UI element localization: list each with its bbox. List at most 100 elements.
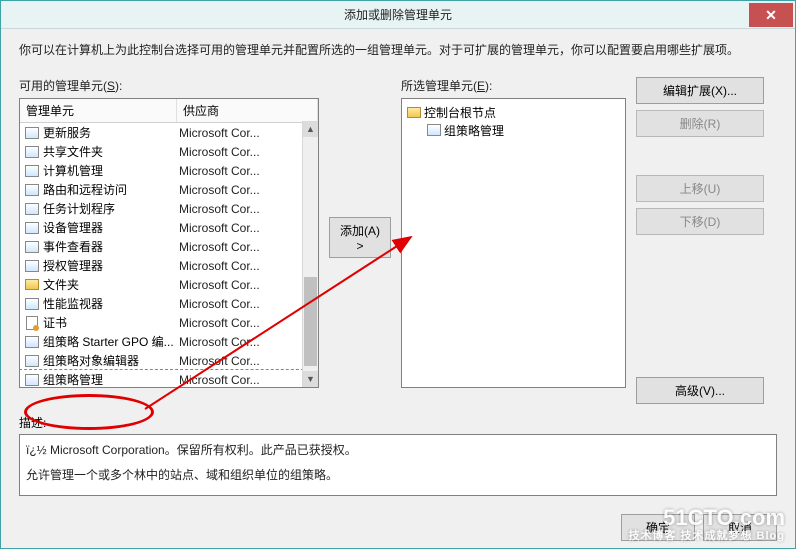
description-line2: 允许管理一个或多个林中的站点、域和组织单位的组策略。 [26, 466, 770, 485]
folder-icon [406, 104, 422, 120]
close-button[interactable]: ✕ [749, 3, 793, 27]
dialog-title: 添加或删除管理单元 [1, 6, 795, 23]
item-name: 事件查看器 [43, 238, 179, 255]
item-name: 计算机管理 [43, 162, 179, 179]
item-vendor: Microsoft Cor... [179, 240, 314, 254]
list-item[interactable]: 证书Microsoft Cor... [20, 313, 318, 332]
available-listbox[interactable]: 管理单元 供应商 更新服务Microsoft Cor...共享文件夹Micros… [19, 98, 319, 388]
item-vendor: Microsoft Cor... [179, 316, 314, 330]
scroll-up-button[interactable]: ▲ [303, 121, 318, 137]
watermark-line2: 技术博客 技术成就梦想 Blog [628, 530, 785, 542]
description-line1: ï¿½ Microsoft Corporation。保留所有权利。此产品已获授权… [26, 441, 770, 460]
item-name: 共享文件夹 [43, 143, 179, 160]
item-name: 性能监视器 [43, 295, 179, 312]
add-button[interactable]: 添加(A) > [329, 217, 391, 258]
list-item[interactable]: 路由和远程访问Microsoft Cor... [20, 180, 318, 199]
item-name: 组策略管理 [43, 371, 179, 387]
tree-child-label: 组策略管理 [444, 122, 504, 139]
list-item[interactable]: 设备管理器Microsoft Cor... [20, 218, 318, 237]
col-header-vendor[interactable]: 供应商 [177, 99, 318, 122]
list-item[interactable]: 任务计划程序Microsoft Cor... [20, 199, 318, 218]
snapin-icon [24, 372, 40, 388]
list-header: 管理单元 供应商 [20, 99, 318, 123]
available-label: 可用的管理单元(S): [19, 77, 319, 94]
columns: 可用的管理单元(S): 管理单元 供应商 更新服务Microsoft Cor..… [19, 77, 777, 404]
item-name: 文件夹 [43, 276, 179, 293]
intro-text: 你可以在计算机上为此控制台选择可用的管理单元并配置所选的一组管理单元。对于可扩展… [19, 41, 777, 59]
scroll-thumb[interactable] [304, 277, 317, 366]
dialog-body: 你可以在计算机上为此控制台选择可用的管理单元并配置所选的一组管理单元。对于可扩展… [1, 29, 795, 504]
scrollbar[interactable]: ▲ ▼ [302, 121, 318, 387]
add-remove-snapin-dialog: 添加或删除管理单元 ✕ 你可以在计算机上为此控制台选择可用的管理单元并配置所选的… [0, 0, 796, 549]
item-vendor: Microsoft Cor... [179, 126, 314, 140]
advanced-button[interactable]: 高级(V)... [636, 377, 764, 404]
selected-tree[interactable]: 控制台根节点 组策略管理 [401, 98, 626, 388]
list-item[interactable]: 组策略管理Microsoft Cor... [20, 370, 318, 387]
col-header-name[interactable]: 管理单元 [20, 99, 177, 122]
selected-wrap: 所选管理单元(E): 控制台根节点 组策略管理 [401, 77, 626, 404]
selected-label: 所选管理单元(E): [401, 77, 626, 94]
snapin-icon [24, 201, 40, 217]
snapin-icon [24, 144, 40, 160]
item-vendor: Microsoft Cor... [179, 278, 314, 292]
list-item[interactable]: 授权管理器Microsoft Cor... [20, 256, 318, 275]
item-vendor: Microsoft Cor... [179, 202, 314, 216]
list-item[interactable]: 共享文件夹Microsoft Cor... [20, 142, 318, 161]
selected-column: 所选管理单元(E): 控制台根节点 组策略管理 编辑扩展( [401, 77, 777, 404]
tree-child[interactable]: 组策略管理 [406, 121, 621, 139]
available-column: 可用的管理单元(S): 管理单元 供应商 更新服务Microsoft Cor..… [19, 77, 319, 388]
tree-root-label: 控制台根节点 [424, 104, 496, 121]
snapin-icon [24, 182, 40, 198]
list-item[interactable]: 组策略 Starter GPO 编...Microsoft Cor... [20, 332, 318, 351]
snapin-icon [426, 122, 442, 138]
item-vendor: Microsoft Cor... [179, 297, 314, 311]
snapin-icon [24, 353, 40, 369]
snapin-icon [24, 163, 40, 179]
snapin-icon [24, 334, 40, 350]
description-box: ï¿½ Microsoft Corporation。保留所有权利。此产品已获授权… [19, 434, 777, 496]
snapin-icon [24, 315, 40, 331]
item-vendor: Microsoft Cor... [179, 164, 314, 178]
item-name: 组策略对象编辑器 [43, 352, 179, 369]
list-item[interactable]: 文件夹Microsoft Cor... [20, 275, 318, 294]
item-vendor: Microsoft Cor... [179, 221, 314, 235]
item-vendor: Microsoft Cor... [179, 335, 314, 349]
snapin-icon [24, 125, 40, 141]
description-label: 描述: [19, 414, 777, 431]
list-item[interactable]: 更新服务Microsoft Cor... [20, 123, 318, 142]
snapin-icon [24, 239, 40, 255]
move-up-button[interactable]: 上移(U) [636, 175, 764, 202]
scroll-down-button[interactable]: ▼ [303, 371, 318, 387]
list-item[interactable]: 组策略对象编辑器Microsoft Cor... [20, 351, 318, 370]
snapin-icon [24, 296, 40, 312]
edit-extensions-button[interactable]: 编辑扩展(X)... [636, 77, 764, 104]
watermark-line1: 51CTO.com [628, 506, 785, 530]
right-buttons: 编辑扩展(X)... 删除(R) 上移(U) 下移(D) 高级(V)... [636, 77, 764, 404]
item-name: 组策略 Starter GPO 编... [43, 333, 179, 350]
move-down-button[interactable]: 下移(D) [636, 208, 764, 235]
tree-root[interactable]: 控制台根节点 [406, 103, 621, 121]
watermark: 51CTO.com 技术博客 技术成就梦想 Blog [628, 506, 785, 542]
snapin-icon [24, 258, 40, 274]
item-name: 路由和远程访问 [43, 181, 179, 198]
list-item[interactable]: 计算机管理Microsoft Cor... [20, 161, 318, 180]
middle-column: 添加(A) > [329, 77, 391, 258]
item-vendor: Microsoft Cor... [179, 373, 314, 387]
item-vendor: Microsoft Cor... [179, 354, 314, 368]
item-vendor: Microsoft Cor... [179, 259, 314, 273]
item-name: 任务计划程序 [43, 200, 179, 217]
available-items: 更新服务Microsoft Cor...共享文件夹Microsoft Cor..… [20, 123, 318, 387]
list-item[interactable]: 性能监视器Microsoft Cor... [20, 294, 318, 313]
item-name: 证书 [43, 314, 179, 331]
item-vendor: Microsoft Cor... [179, 183, 314, 197]
item-name: 设备管理器 [43, 219, 179, 236]
titlebar: 添加或删除管理单元 ✕ [1, 1, 795, 29]
item-name: 更新服务 [43, 124, 179, 141]
item-vendor: Microsoft Cor... [179, 145, 314, 159]
remove-button[interactable]: 删除(R) [636, 110, 764, 137]
list-item[interactable]: 事件查看器Microsoft Cor... [20, 237, 318, 256]
scroll-track[interactable] [303, 137, 318, 371]
snapin-icon [24, 277, 40, 293]
item-name: 授权管理器 [43, 257, 179, 274]
snapin-icon [24, 220, 40, 236]
